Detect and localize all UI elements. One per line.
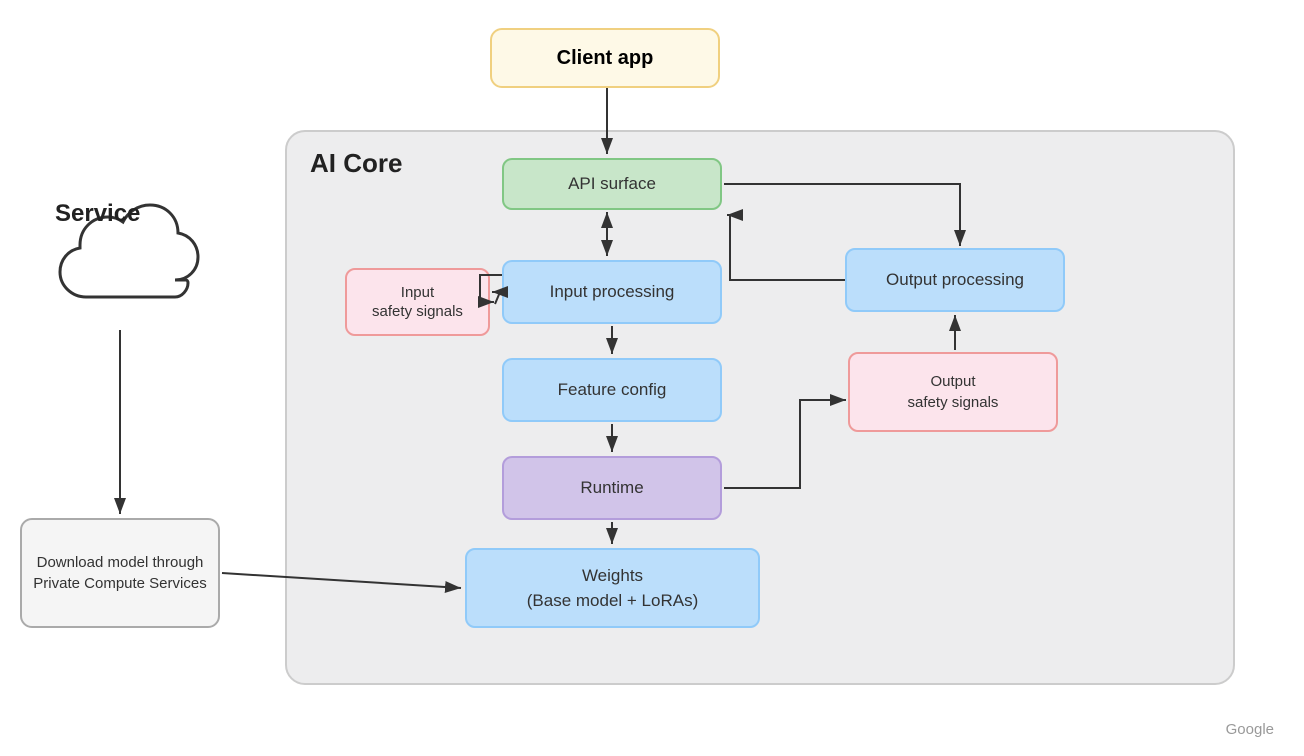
input-processing-label: Input processing	[550, 282, 675, 302]
output-processing-label: Output processing	[886, 270, 1024, 290]
diagram-container: Client app AI Core API surface Input pro…	[0, 0, 1304, 756]
ai-core-box	[285, 130, 1235, 685]
ai-core-label: AI Core	[310, 148, 402, 179]
weights-label: Weights(Base model + LoRAs)	[527, 563, 699, 614]
google-label: Google	[1226, 721, 1274, 738]
feature-config-box: Feature config	[502, 358, 722, 422]
feature-config-label: Feature config	[558, 380, 667, 400]
client-app-box: Client app	[490, 28, 720, 88]
output-safety-box: Outputsafety signals	[848, 352, 1058, 432]
input-safety-box: Inputsafety signals	[345, 268, 490, 336]
client-app-label: Client app	[557, 47, 654, 70]
runtime-box: Runtime	[502, 456, 722, 520]
runtime-label: Runtime	[580, 478, 643, 498]
output-safety-label: Outputsafety signals	[908, 371, 999, 413]
download-label: Download model through Private Compute S…	[32, 552, 208, 594]
output-processing-box: Output processing	[845, 248, 1065, 312]
input-safety-label: Inputsafety signals	[372, 283, 463, 322]
input-processing-box: Input processing	[502, 260, 722, 324]
download-box: Download model through Private Compute S…	[20, 518, 220, 628]
api-surface-label: API surface	[568, 174, 656, 194]
service-label: Service	[55, 200, 140, 228]
weights-box: Weights(Base model + LoRAs)	[465, 548, 760, 628]
api-surface-box: API surface	[502, 158, 722, 210]
